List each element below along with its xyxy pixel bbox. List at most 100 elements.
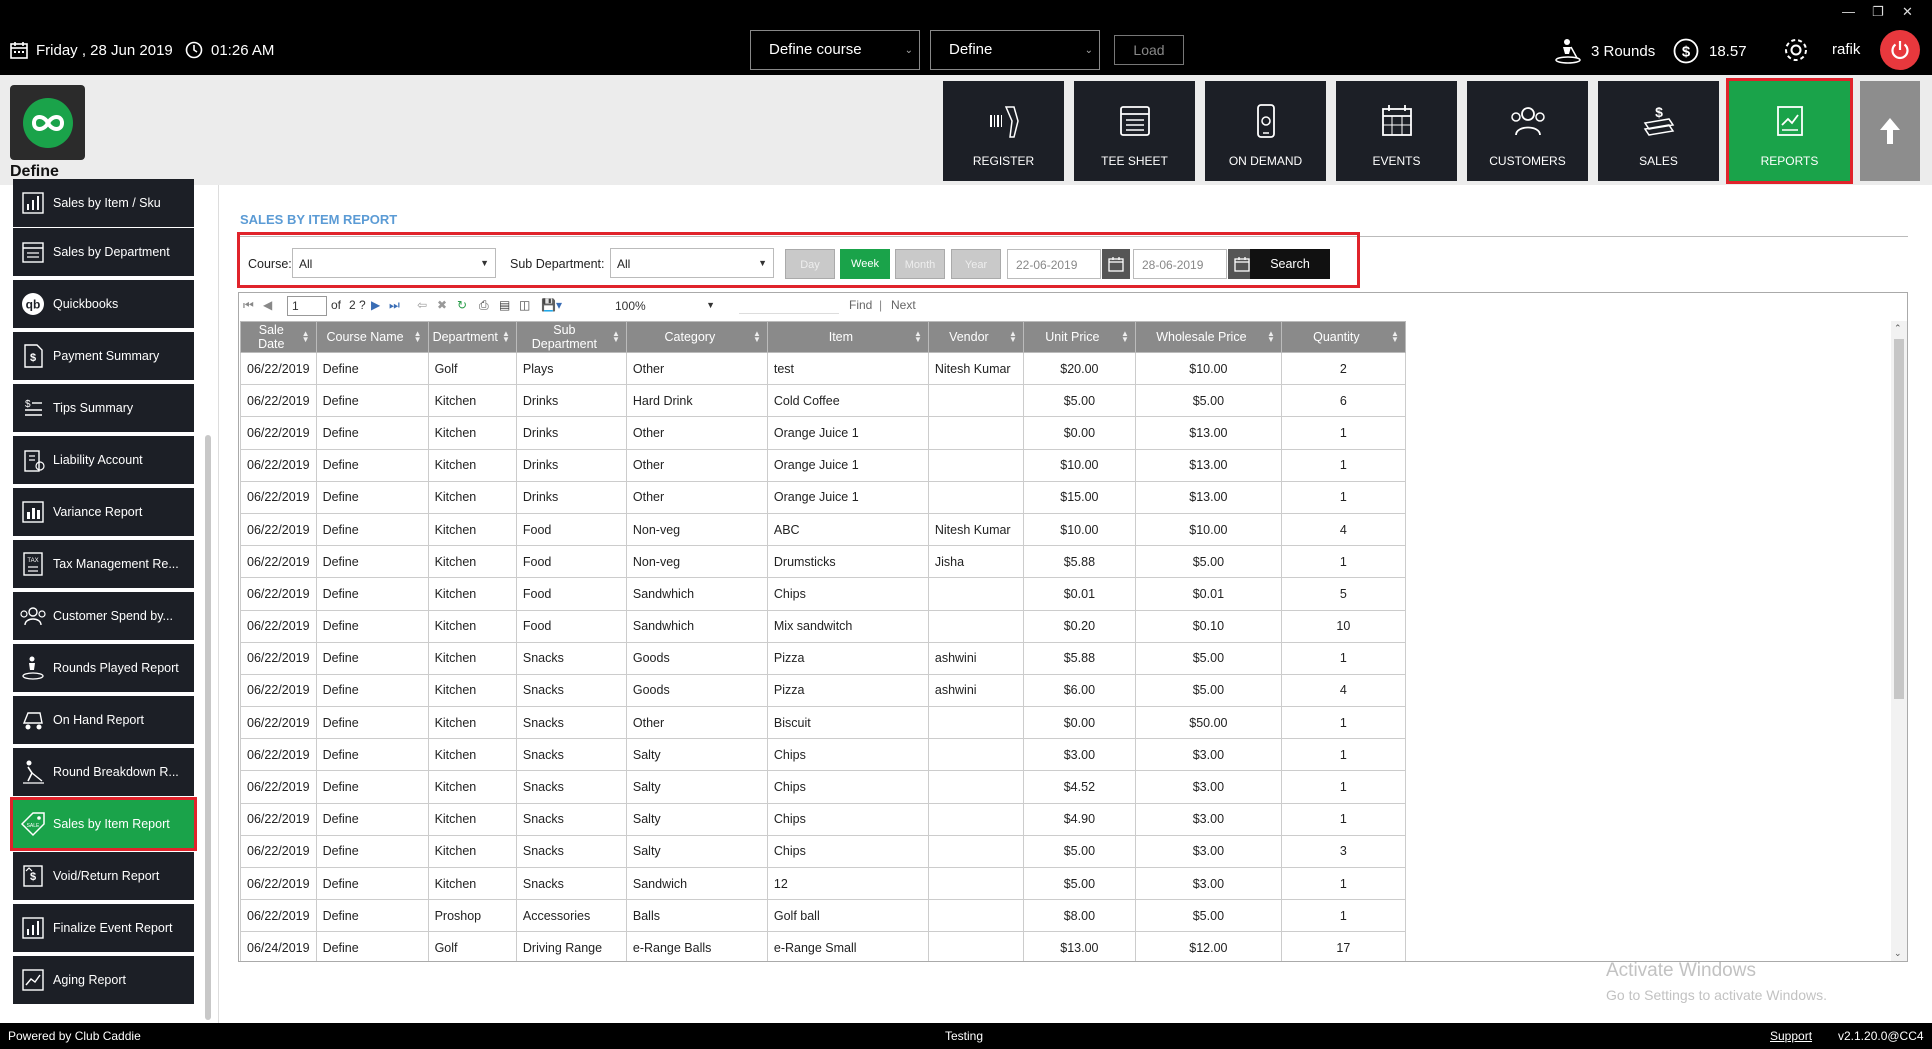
page-setup-icon[interactable]: ◫ [519, 298, 530, 312]
col-sub-department[interactable]: Sub Department ▲ ▼ [515, 321, 627, 353]
table-row[interactable]: 06/22/2019 Define Kitchen Snacks Goods Pizza a… [240, 673, 1406, 708]
refresh-icon[interactable]: ↻ [457, 298, 467, 312]
sidebar-item-round-breakdown[interactable]: Round Breakdown R... [13, 748, 194, 796]
scroll-down-icon[interactable]: ⌄ [1894, 948, 1902, 959]
print-layout-icon[interactable]: ▤ [499, 298, 510, 312]
find-text-input[interactable] [739, 298, 839, 314]
period-day-button[interactable]: Day [785, 249, 835, 279]
table-row[interactable]: 06/22/2019 Define Kitchen Snacks Salty Chips $… [240, 738, 1406, 772]
table-cell: 1 [1280, 416, 1406, 450]
table-row[interactable]: 06/22/2019 Define Kitchen Snacks Other Biscui… [240, 706, 1406, 740]
table-row[interactable]: 06/22/2019 Define Kitchen Drinks Other Orange… [240, 448, 1406, 482]
table-row[interactable]: 06/22/2019 Define Kitchen Snacks Goods Pizza a… [240, 641, 1406, 675]
col-category[interactable]: Category ▲ ▼ [625, 321, 768, 353]
next-page-icon[interactable]: ▶ [371, 298, 380, 312]
table-cell: 06/22/2019 [240, 706, 317, 740]
table-row[interactable]: 06/22/2019 Define Kitchen Food Sandwhich Mix … [240, 609, 1406, 643]
table-row[interactable]: 06/22/2019 Define Kitchen Snacks Salty Chips $… [240, 802, 1406, 836]
sidebar-divider [218, 185, 219, 1023]
first-page-icon[interactable]: ⏮ [243, 298, 254, 313]
table-row[interactable]: 06/22/2019 Define Kitchen Snacks Salty Chips $… [240, 770, 1406, 804]
logout-button[interactable] [1880, 30, 1920, 70]
sidebar-item-tax-management[interactable]: TAX Tax Management Re... [13, 540, 194, 588]
last-page-icon[interactable]: ⏭ [389, 298, 400, 313]
back-icon[interactable]: ⇦ [417, 298, 427, 312]
find-next-link[interactable]: Next [891, 298, 916, 312]
print-icon[interactable]: ⎙ [479, 298, 489, 313]
previous-page-icon[interactable]: ◀ [263, 298, 272, 312]
table-row[interactable]: 06/22/2019 Define Kitchen Snacks Salty Chips $… [240, 834, 1406, 869]
table-row[interactable]: 06/22/2019 Define Kitchen Food Non-veg ABC Nit… [240, 512, 1406, 547]
support-link[interactable]: Support [1770, 1029, 1812, 1043]
col-quantity[interactable]: Quantity ▲ ▼ [1280, 321, 1406, 353]
table-row[interactable]: 06/22/2019 Define Kitchen Drinks Other Orange… [240, 480, 1406, 514]
table-cell: Define [315, 834, 429, 869]
nav-on-demand[interactable]: ON DEMAND [1205, 81, 1326, 181]
settings-button[interactable] [1782, 36, 1810, 64]
table-cell [927, 899, 1024, 933]
sidebar-item-payment-summary[interactable]: $ Payment Summary [13, 332, 194, 380]
sidebar-item-tips-summary[interactable]: $ Tips Summary [13, 384, 194, 432]
sidebar-scrollbar[interactable] [205, 435, 211, 1020]
nav-customers[interactable]: CUSTOMERS [1467, 81, 1588, 181]
table-row[interactable]: 06/22/2019 Define Kitchen Snacks Sandwich 12 $… [240, 866, 1406, 901]
sub-department-select[interactable]: All ▼ [610, 248, 774, 278]
nav-reports[interactable]: REPORTS [1726, 78, 1853, 184]
col-wholesale-price[interactable]: Wholesale Price ▲ ▼ [1134, 321, 1282, 353]
sidebar-item-quickbooks[interactable]: qb Quickbooks [13, 280, 194, 328]
period-month-button[interactable]: Month [895, 249, 945, 279]
load-button[interactable]: Load [1114, 35, 1184, 65]
sidebar-item-variance-report[interactable]: Variance Report [13, 488, 194, 536]
nav-tee-sheet[interactable]: TEE SHEET [1074, 81, 1195, 181]
find-link[interactable]: Find [849, 298, 872, 312]
table-row[interactable]: 06/22/2019 Define Proshop Accessories Balls G… [240, 899, 1406, 933]
table-cell: Kitchen [427, 834, 517, 869]
sidebar-item-customer-spend[interactable]: Customer Spend by... [13, 592, 194, 640]
table-row[interactable]: 06/22/2019 Define Kitchen Food Non-veg Drumst… [240, 545, 1406, 579]
from-date-input[interactable]: 22-06-2019 [1007, 249, 1101, 279]
page-number-input[interactable]: 1 [287, 296, 327, 316]
sidebar-item-sales-by-department[interactable]: Sales by Department [13, 228, 194, 276]
sidebar-item-sales-by-item-sku[interactable]: Sales by Item / Sku [13, 179, 194, 227]
period-week-button[interactable]: Week [840, 249, 890, 279]
course-filter-select[interactable]: All ▼ [292, 248, 496, 278]
sidebar-item-aging-report[interactable]: Aging Report [13, 956, 194, 1004]
close-icon[interactable]: ✕ [1902, 4, 1913, 20]
to-date-input[interactable]: 28-06-2019 [1133, 249, 1227, 279]
nav-events[interactable]: EVENTS [1336, 81, 1457, 181]
course-select[interactable]: Define course ⌄ [750, 30, 920, 70]
table-row[interactable]: 06/22/2019 Define Golf Plays Other test Nitesh… [240, 351, 1406, 386]
sidebar-item-on-hand[interactable]: On Hand Report [13, 696, 194, 744]
col-sale-date[interactable]: Sale Date ▲ ▼ [240, 321, 317, 353]
nav-register[interactable]: REGISTER [943, 81, 1064, 181]
define-select[interactable]: Define ⌄ [930, 30, 1100, 70]
scroll-up-icon[interactable]: ⌃ [1894, 323, 1902, 334]
col-department[interactable]: Department ▲ ▼ [427, 321, 517, 353]
nav-sales[interactable]: $ SALES [1598, 81, 1719, 181]
zoom-select[interactable]: 100% ▼ [609, 296, 719, 316]
minimize-icon[interactable]: — [1842, 4, 1855, 19]
period-year-button[interactable]: Year [951, 249, 1001, 279]
scroll-thumb[interactable] [1894, 339, 1904, 699]
restore-icon[interactable]: ❐ [1872, 4, 1884, 20]
sidebar-item-rounds-played[interactable]: Rounds Played Report [13, 644, 194, 692]
table-row[interactable]: 06/22/2019 Define Kitchen Drinks Hard Drink C… [240, 384, 1406, 418]
sidebar-item-finalize-event[interactable]: Finalize Event Report [13, 904, 194, 952]
col-item[interactable]: Item ▲ ▼ [766, 321, 929, 353]
col-unit-price[interactable]: Unit Price ▲ ▼ [1022, 321, 1136, 353]
table-row[interactable]: 06/22/2019 Define Kitchen Drinks Other Orange… [240, 416, 1406, 450]
search-button[interactable]: Search [1250, 249, 1330, 279]
table-row[interactable]: 06/22/2019 Define Kitchen Food Sandwhich Chip… [240, 577, 1406, 611]
export-icon[interactable]: 💾▾ [541, 298, 562, 312]
sidebar-item-sales-by-item-report[interactable]: SALE Sales by Item Report [10, 797, 197, 851]
sidebar-item-liability-account[interactable]: Liability Account [13, 436, 194, 484]
from-date-picker[interactable] [1102, 249, 1130, 279]
sidebar-item-void-return[interactable]: $ Void/Return Report [13, 852, 194, 900]
col-course-name[interactable]: Course Name ▲ ▼ [315, 321, 429, 353]
col-vendor[interactable]: Vendor ▲ ▼ [927, 321, 1024, 353]
stop-icon[interactable]: ✖ [437, 298, 447, 312]
report-scrollbar[interactable]: ⌃ ⌄ [1891, 321, 1907, 961]
user-name[interactable]: rafik [1832, 41, 1860, 58]
collapse-button[interactable] [1860, 81, 1920, 181]
table-row[interactable]: 06/24/2019 Define Golf Driving Range e-Range… [240, 931, 1406, 961]
